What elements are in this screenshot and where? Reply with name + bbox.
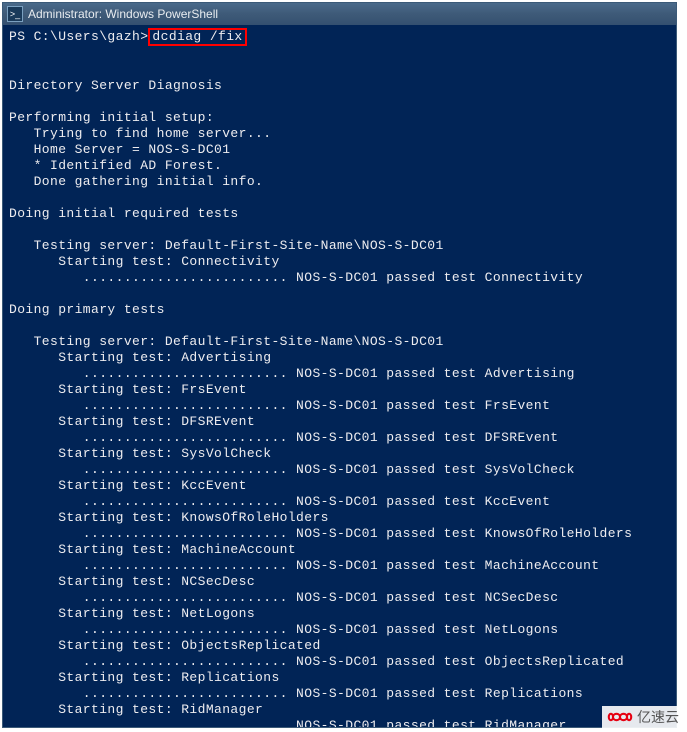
terminal-area[interactable]: PS C:\Users\gazh>dcdiag /fix Directory S… [3, 25, 676, 727]
setup-line: Done gathering initial info. [9, 174, 263, 189]
test-start: Starting test: MachineAccount [9, 542, 296, 557]
watermark-logo-icon [606, 708, 634, 726]
setup-line: Home Server = NOS-S-DC01 [9, 142, 230, 157]
window-title: Administrator: Windows PowerShell [28, 7, 218, 21]
command-highlight: dcdiag /fix [148, 28, 246, 46]
test-result: ......................... NOS-S-DC01 pas… [9, 654, 624, 669]
test-result: ......................... NOS-S-DC01 pas… [9, 494, 550, 509]
test-start: Starting test: Replications [9, 670, 280, 685]
primary-title: Doing primary tests [9, 302, 165, 317]
watermark-text: 亿速云 [637, 707, 679, 727]
init-tests-title: Doing initial required tests [9, 206, 239, 221]
test-result: ......................... NOS-S-DC01 pas… [9, 462, 575, 477]
test-start: Starting test: NetLogons [9, 606, 255, 621]
powershell-window: >_ Administrator: Windows PowerShell PS … [2, 2, 677, 728]
test-start: Starting test: FrsEvent [9, 382, 247, 397]
test-start: Starting test: RidManager [9, 702, 263, 717]
test-start: Starting test: ObjectsReplicated [9, 638, 321, 653]
watermark: 亿速云 [602, 706, 683, 728]
test-result: ......................... NOS-S-DC01 pas… [9, 558, 600, 573]
setup-line: Trying to find home server... [9, 126, 271, 141]
test-result: ......................... NOS-S-DC01 pas… [9, 718, 567, 727]
prompt-path: PS C:\Users\gazh> [9, 29, 148, 45]
output-header: Directory Server Diagnosis [9, 78, 222, 93]
init-server-line: Testing server: Default-First-Site-Name\… [9, 238, 444, 253]
titlebar[interactable]: >_ Administrator: Windows PowerShell [3, 3, 676, 25]
test-start: Starting test: KccEvent [9, 478, 247, 493]
test-start: Starting test: SysVolCheck [9, 446, 271, 461]
init-test-result: ......................... NOS-S-DC01 pas… [9, 270, 583, 285]
primary-server-line: Testing server: Default-First-Site-Name\… [9, 334, 444, 349]
init-test-start: Starting test: Connectivity [9, 254, 280, 269]
test-result: ......................... NOS-S-DC01 pas… [9, 398, 550, 413]
setup-title: Performing initial setup: [9, 110, 214, 125]
test-result: ......................... NOS-S-DC01 pas… [9, 590, 559, 605]
test-start: Starting test: KnowsOfRoleHolders [9, 510, 329, 525]
test-result: ......................... NOS-S-DC01 pas… [9, 622, 559, 637]
test-result: ......................... NOS-S-DC01 pas… [9, 526, 632, 541]
test-result: ......................... NOS-S-DC01 pas… [9, 366, 575, 381]
powershell-icon: >_ [7, 6, 23, 22]
test-start: Starting test: NCSecDesc [9, 574, 255, 589]
test-start: Starting test: Advertising [9, 350, 271, 365]
test-result: ......................... NOS-S-DC01 pas… [9, 430, 559, 445]
test-result: ......................... NOS-S-DC01 pas… [9, 686, 583, 701]
test-start: Starting test: DFSREvent [9, 414, 255, 429]
setup-line: * Identified AD Forest. [9, 158, 222, 173]
